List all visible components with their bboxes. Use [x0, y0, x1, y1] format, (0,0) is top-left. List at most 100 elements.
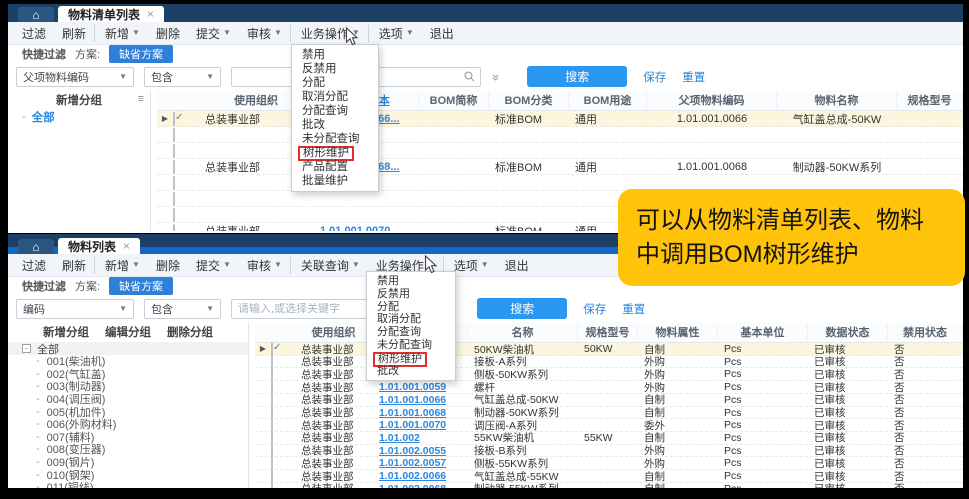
group-action-button[interactable]: 删除分组	[167, 324, 213, 340]
menu-item[interactable]: 反禁用	[292, 62, 378, 76]
row-checkbox[interactable]	[173, 193, 199, 205]
menu-item[interactable]: 批量维护	[292, 174, 378, 188]
toolbar-item[interactable]: 过滤	[14, 25, 54, 42]
cell-code-link[interactable]: 1.01.001.0059	[373, 381, 468, 393]
scheme-chip[interactable]: 缺省方案	[109, 277, 173, 295]
column-header[interactable]: 规格型号	[897, 92, 963, 108]
menu-item[interactable]: 产品配置	[292, 160, 378, 174]
cell-code-link[interactable]: 1.01.002	[373, 432, 468, 444]
row-checkbox[interactable]	[271, 445, 295, 457]
row-checkbox[interactable]	[173, 129, 199, 141]
tab-material-list[interactable]: 物料列表 ×	[58, 238, 140, 254]
cell-code-link[interactable]: 1.01.001.0068	[373, 407, 468, 419]
row-checkbox[interactable]	[173, 161, 199, 173]
group-tree-item[interactable]: - 002(气缸盖)	[8, 368, 248, 381]
row-checkbox[interactable]	[173, 145, 199, 157]
row-checkbox[interactable]	[271, 457, 295, 469]
filter-field-select[interactable]: 编码 ▼	[16, 299, 134, 319]
table-row[interactable]: 总装事业部 1.01.001.0068... 标准BOM 通用 1.01.001…	[157, 159, 963, 175]
toolbar-item[interactable]: 选项 ▼	[371, 25, 422, 42]
menu-item[interactable]: 未分配查询	[367, 339, 455, 352]
cell-code-link[interactable]: 1.01.001.0070	[373, 419, 468, 431]
menu-item[interactable]: 分配	[292, 76, 378, 90]
home-tab[interactable]: ⌂	[18, 239, 54, 254]
menu-item[interactable]: 批改	[292, 118, 378, 132]
cell-code-link[interactable]: 1.01.002.0066	[373, 470, 468, 482]
reset-link[interactable]: 重置	[682, 69, 705, 85]
toolbar-item[interactable]: 审核 ▼	[239, 257, 291, 274]
group-tree-item[interactable]: - 004(调压阀)	[8, 393, 248, 406]
cell-code-link[interactable]: 1.01.001.0066	[373, 394, 468, 406]
save-link[interactable]: 保存	[643, 69, 666, 85]
toolbar-item[interactable]: 提交 ▼	[188, 257, 239, 274]
table-row[interactable]	[157, 143, 963, 159]
cell-code-link[interactable]: 1.01.002.0055	[373, 445, 468, 457]
group-tree-item[interactable]: - 010(钢架)	[8, 468, 248, 481]
column-header[interactable]: 物料属性	[638, 324, 718, 340]
filter-op-select[interactable]: 包含 ▼	[144, 299, 221, 319]
toolbar-item[interactable]: 刷新	[54, 25, 95, 42]
menu-item[interactable]: 取消分配	[292, 90, 378, 104]
menu-item[interactable]: 取消分配	[367, 313, 455, 326]
group-tree-item[interactable]: - 003(制动器)	[8, 380, 248, 393]
row-checkbox[interactable]	[271, 368, 295, 380]
group-tree-item[interactable]: - 008(变压器)	[8, 443, 248, 456]
group-tree-item[interactable]: - 005(机加件)	[8, 405, 248, 418]
toolbar-item[interactable]: 删除	[148, 25, 188, 42]
menu-item[interactable]: 禁用	[292, 48, 378, 62]
filter-field-select[interactable]: 父项物料编码 ▼	[16, 67, 134, 87]
column-header[interactable]: 使用组织	[295, 324, 373, 340]
table-row[interactable]: 总装事业部 1.01.002.0068 制动器-55KW系列 自制 Pcs 已审…	[255, 483, 963, 488]
toolbar-item[interactable]: 提交 ▼	[188, 25, 239, 42]
collapse-box-icon[interactable]: -	[22, 344, 31, 353]
group-tree-root[interactable]: - 全部	[8, 342, 248, 355]
search-button[interactable]: 搜索	[527, 66, 627, 87]
toolbar-item[interactable]: 新增 ▼	[97, 25, 148, 42]
column-header[interactable]: 物料名称	[777, 92, 897, 108]
search-button[interactable]: 搜索	[477, 298, 567, 319]
column-header[interactable]: 基本单位	[718, 324, 808, 340]
cell-code-link[interactable]: 1.01.002.0068	[373, 483, 468, 488]
row-checkbox[interactable]	[271, 394, 295, 406]
group-tree-item[interactable]: - 009(钢片)	[8, 456, 248, 469]
close-icon[interactable]: ×	[123, 240, 130, 252]
expand-filters-icon[interactable]: »	[489, 74, 504, 79]
menu-item[interactable]: 分配	[367, 301, 455, 314]
column-header[interactable]: 名称	[468, 324, 578, 340]
row-checkbox[interactable]	[271, 356, 295, 368]
toolbar-item[interactable]: 关联查询 ▼	[293, 257, 368, 274]
toolbar-item[interactable]: 退出	[497, 257, 537, 274]
row-checkbox[interactable]	[173, 177, 199, 189]
toolbar-item[interactable]: 过滤	[14, 257, 54, 274]
column-header[interactable]: BOM简称	[419, 92, 489, 108]
row-checkbox[interactable]	[271, 381, 295, 393]
row-checkbox[interactable]	[271, 419, 295, 431]
menu-item[interactable]: 树形维护	[367, 352, 455, 365]
cell-code-link[interactable]: 1.01.002.0057	[373, 457, 468, 469]
row-checkbox[interactable]	[173, 113, 199, 125]
panel-menu-icon[interactable]: ≡	[138, 93, 144, 105]
close-icon[interactable]: ×	[147, 8, 154, 20]
row-expand-arrow[interactable]: ▶	[255, 345, 271, 353]
row-checkbox[interactable]	[271, 343, 295, 355]
column-header[interactable]: 规格型号	[578, 324, 638, 340]
menu-item[interactable]: 分配查询	[292, 104, 378, 118]
save-link[interactable]: 保存	[583, 301, 606, 317]
row-checkbox[interactable]	[271, 470, 295, 482]
group-tree-item[interactable]: - 006(外购材料)	[8, 418, 248, 431]
column-header[interactable]: 数据状态	[808, 324, 888, 340]
toolbar-item[interactable]: 新增 ▼	[97, 257, 148, 274]
group-tree-item[interactable]: - 011(铜线)	[8, 481, 248, 488]
tab-bom-list[interactable]: 物料清单列表 ×	[58, 6, 164, 22]
menu-item[interactable]: 未分配查询	[292, 132, 378, 146]
scheme-chip[interactable]: 缺省方案	[109, 45, 173, 63]
table-row[interactable]: ▶ 总装事业部 1.01.001.0066... 标准BOM 通用 1.01.0…	[157, 111, 963, 127]
reset-link[interactable]: 重置	[622, 301, 645, 317]
group-tree-item[interactable]: - 007(辅料)	[8, 431, 248, 444]
menu-item[interactable]: 树形维护	[292, 146, 378, 160]
row-checkbox[interactable]	[271, 483, 295, 488]
add-group-button[interactable]: 新增分组	[56, 92, 102, 108]
toolbar-item[interactable]: 删除	[148, 257, 188, 274]
group-tree-root[interactable]: - 全部	[8, 110, 150, 123]
table-row[interactable]	[157, 127, 963, 143]
